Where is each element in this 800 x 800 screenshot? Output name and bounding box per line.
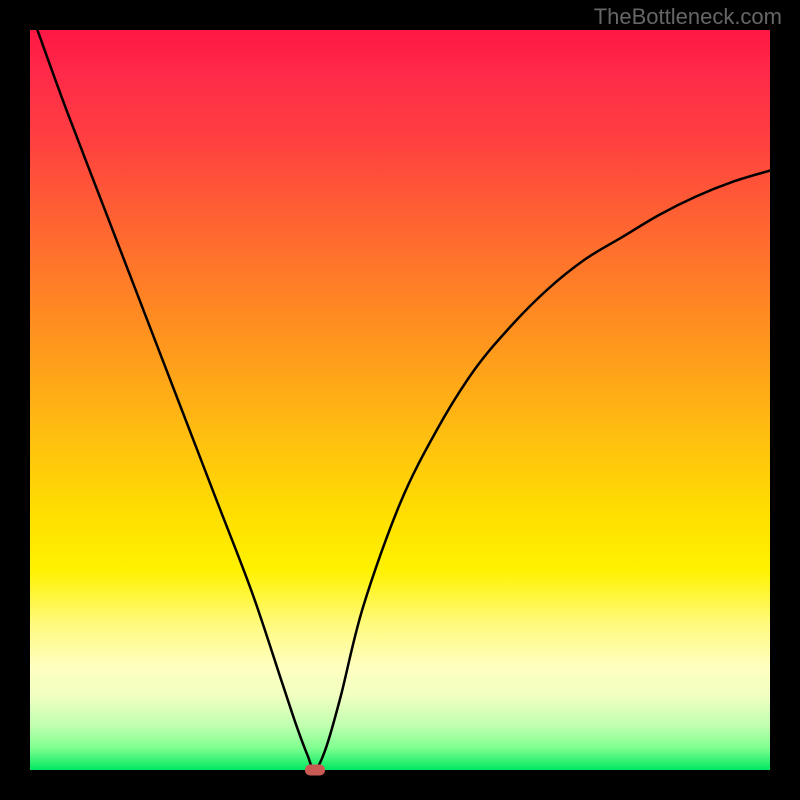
chart-plot-area	[30, 30, 770, 770]
watermark-label: TheBottleneck.com	[594, 4, 782, 30]
bottleneck-curve	[30, 30, 770, 770]
optimal-point-marker	[305, 765, 325, 776]
